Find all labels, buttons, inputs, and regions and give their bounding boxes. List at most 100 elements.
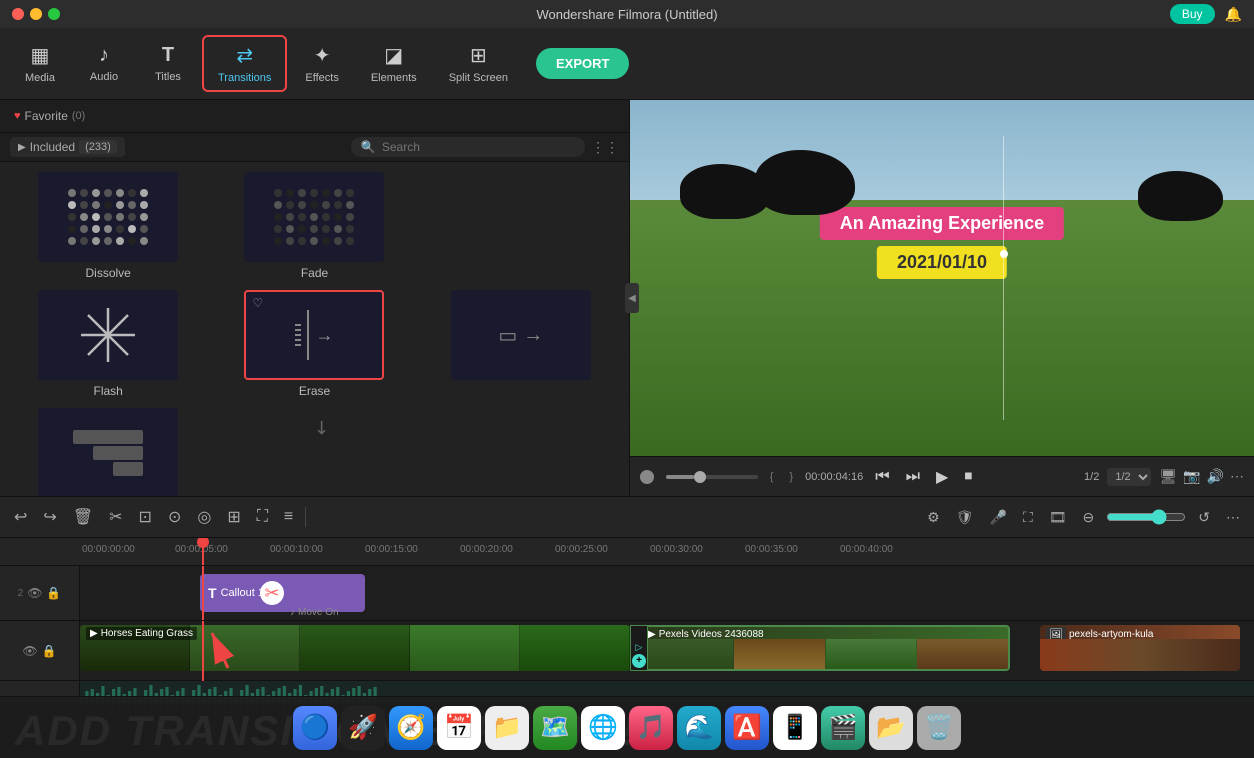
ruler-2: 00:00:10:00 [270, 544, 323, 555]
panel-tabs: ♥ Favorite (0) [0, 100, 629, 133]
video-clip-horses[interactable]: ▶ Horses Eating Grass [80, 625, 630, 671]
eye-icon-callout[interactable]: 👁 [27, 586, 42, 600]
eye-icon-video[interactable]: 👁 [22, 644, 37, 658]
dock-item-filmora[interactable]: 🎬 [821, 706, 865, 750]
time-cursor-dot [1000, 250, 1008, 258]
dock-item-launchpad[interactable]: 🚀 [341, 706, 385, 750]
progress-handle[interactable] [694, 471, 706, 483]
video-clip-pexels[interactable]: ▶ Pexels Videos 2436088 [640, 625, 1010, 671]
transition-dissolve[interactable]: Dissolve [6, 168, 210, 284]
more-options-button[interactable]: ⋯ [1222, 505, 1244, 530]
prev-frame-button[interactable]: ⏮ [871, 466, 893, 488]
crop-button[interactable]: ⊡ [135, 503, 156, 531]
transition-flash[interactable]: Flash [6, 286, 210, 402]
transition-marker[interactable]: ▷ + [630, 625, 648, 671]
zoom-fit-button[interactable]: ⊙ [164, 503, 185, 531]
transition-5[interactable]: ▭ → [419, 286, 623, 402]
panel-collapse-button[interactable]: ◀ [625, 283, 639, 313]
settings-wheel-button[interactable]: ⚙ [923, 505, 944, 530]
favorite-count: (0) [72, 110, 85, 122]
overlay-title: An Amazing Experience [820, 207, 1064, 240]
toolbar-item-effects[interactable]: ✦ Effects [291, 37, 352, 90]
elements-icon: ◪ [384, 43, 403, 68]
toolbar-item-media[interactable]: ▦ Media [10, 37, 70, 90]
step-back-button[interactable]: ⏭ [902, 466, 924, 488]
lock-icon-callout[interactable]: 🔒 [46, 586, 61, 600]
dock-item-app11[interactable]: 📱 [773, 706, 817, 750]
transition-fade[interactable]: Fade [212, 168, 416, 284]
audio-eq-button[interactable]: ≡ [280, 504, 297, 530]
video-clip-artyom[interactable]: 🖼 pexels-artyom-kula [1040, 625, 1240, 671]
progress-bar[interactable] [666, 475, 758, 479]
timeline-ruler: 00:00:00:00 00:00:05:00 00:00:10:00 00:0… [0, 538, 1254, 566]
dock-item-maps[interactable]: 🗺️ [533, 706, 577, 750]
buy-button[interactable]: Buy [1170, 4, 1215, 24]
undo-button[interactable]: ↩ [10, 503, 31, 531]
dock-item-trash[interactable]: 🗑️ [917, 706, 961, 750]
dock-item-appstore[interactable]: 🅰️ [725, 706, 769, 750]
play-button[interactable]: ▶ [932, 465, 952, 489]
lock-icon-video[interactable]: 🔒 [42, 644, 57, 658]
pexels-thumbs [642, 639, 1008, 669]
erase-label: Erase [299, 384, 330, 398]
mic-button[interactable]: 🎤 [986, 505, 1011, 530]
transition-7: ↘ [212, 404, 416, 496]
flag-button[interactable]: ⛶ [1019, 505, 1037, 530]
transform-button[interactable]: ⊞ [223, 503, 244, 531]
music-icon: 🎵 [636, 713, 666, 742]
app-content: ▦ Media ♪ Audio T Titles ⇄ Transitions ✦… [0, 28, 1254, 758]
included-tab[interactable]: ▶ Included (233) [10, 137, 125, 157]
close-button[interactable] [12, 8, 24, 20]
app9-icon: 🌊 [684, 713, 714, 742]
delete-button[interactable]: 🗑 [69, 503, 97, 531]
edit-toolbar: ↩ ↪ 🗑 ✂ ⊡ ⊙ ◎ ⊞ ⛶ ≡ ⚙ 🛡 🎤 ⛶ 🎞 ⊖ ↺ ⋯ [0, 496, 1254, 538]
favorite-tab[interactable]: ♥ Favorite (0) [8, 106, 91, 126]
color-button[interactable]: ◎ [193, 503, 215, 531]
toolbar-item-titles[interactable]: T Titles [138, 38, 198, 89]
arrow-right-icon: ▭ [498, 323, 517, 348]
dock-item-safari[interactable]: 🧭 [389, 706, 433, 750]
transition-6[interactable] [6, 404, 210, 496]
dock-item-chrome[interactable]: 🌐 [581, 706, 625, 750]
stop-button[interactable]: ⏹ [960, 466, 976, 488]
transition-erase[interactable]: ♡ → [212, 286, 416, 402]
dock-item-finder[interactable]: 🔵 [293, 706, 337, 750]
film-button[interactable]: 🎞 [1045, 505, 1071, 530]
fullscreen-button[interactable]: ⛶ [253, 504, 272, 530]
dock-item-app13[interactable]: 📂 [869, 706, 913, 750]
minus-button[interactable]: ⊖ [1079, 505, 1099, 530]
transition-marker-content: ▷ [636, 642, 643, 653]
volume-icon[interactable]: 🔊 [1207, 468, 1224, 485]
toolbar-item-elements[interactable]: ◪ Elements [357, 37, 431, 90]
monitor-icon[interactable]: 🖥 [1159, 468, 1177, 485]
search-input[interactable] [382, 140, 575, 154]
filmora-icon: 🎬 [828, 713, 858, 742]
move-on-text: Move On [298, 607, 339, 618]
playback-speed-select[interactable]: 1/21/41x [1107, 468, 1151, 486]
more-icon[interactable]: ⋯ [1230, 468, 1244, 485]
arrow-right2-icon: → [523, 324, 543, 347]
middle-section: ♥ Favorite (0) ▶ Included (233) 🔍 ⋮⋮ [0, 100, 1254, 496]
shield-button[interactable]: 🛡 [952, 505, 978, 530]
camera-icon[interactable]: 📷 [1183, 468, 1200, 485]
reset-button[interactable]: ↺ [1194, 505, 1214, 530]
playhead[interactable] [202, 538, 204, 565]
export-button[interactable]: EXPORT [536, 48, 629, 79]
dock-item-app9[interactable]: 🌊 [677, 706, 721, 750]
toolbar-item-split-screen[interactable]: ⊞ Split Screen [435, 37, 522, 90]
dock-item-files[interactable]: 📁 [485, 706, 529, 750]
maximize-button[interactable] [48, 8, 60, 20]
plus-add-icon[interactable]: + [632, 654, 646, 668]
notification-icon[interactable]: 🔔 [1225, 6, 1242, 23]
toolbar-item-transitions[interactable]: ⇄ Transitions [202, 35, 287, 92]
grid-view-icon[interactable]: ⋮⋮ [591, 139, 619, 156]
toolbar-item-audio[interactable]: ♪ Audio [74, 38, 134, 89]
redo-button[interactable]: ↪ [39, 503, 60, 531]
callout-clip[interactable]: T Callout 1 ✂ [200, 574, 365, 612]
dock-item-calendar[interactable]: 📅 [437, 706, 481, 750]
cut-button[interactable]: ✂ [105, 503, 126, 531]
minimize-button[interactable] [30, 8, 42, 20]
dock-item-music[interactable]: 🎵 [629, 706, 673, 750]
included-label: Included [30, 140, 75, 154]
zoom-slider[interactable] [1106, 509, 1186, 525]
